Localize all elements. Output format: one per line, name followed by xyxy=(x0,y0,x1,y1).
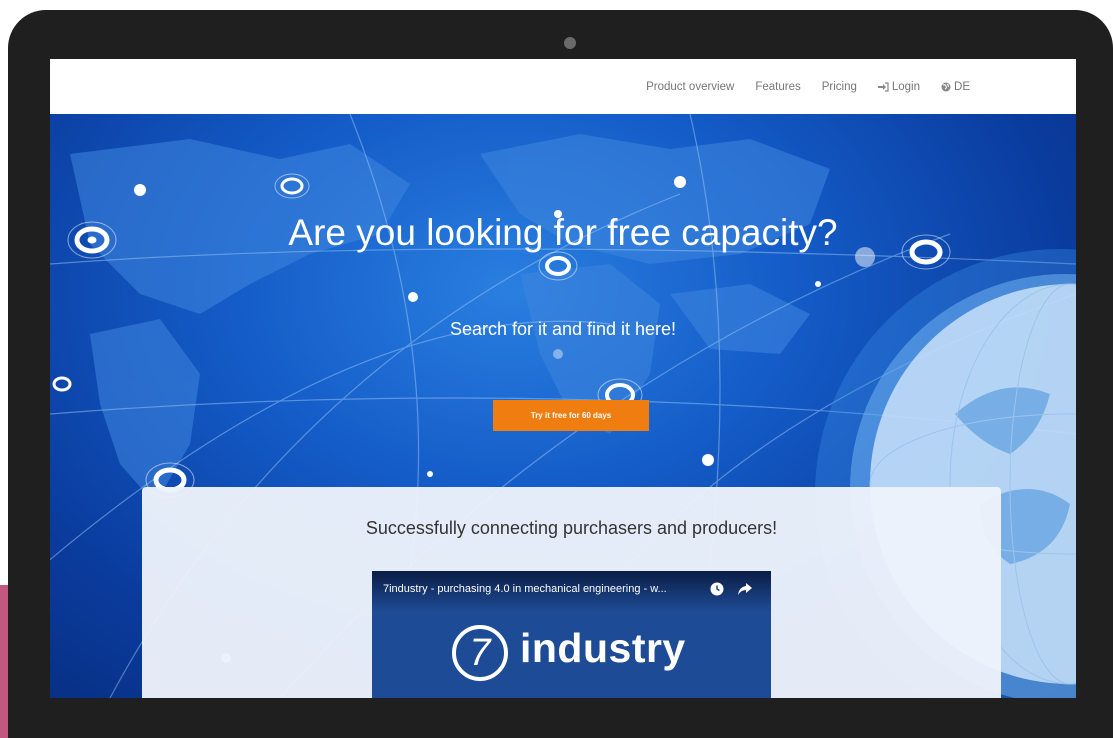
target-marker xyxy=(52,376,72,392)
nav-language[interactable]: DE xyxy=(941,81,970,93)
globe-icon xyxy=(941,82,951,91)
panel-title: Successfully connecting purchasers and p… xyxy=(365,518,778,538)
nav-product-overview[interactable]: Product overview xyxy=(646,81,734,93)
language-label: DE xyxy=(954,80,970,93)
nav-login[interactable]: Login xyxy=(877,80,921,93)
video-player[interactable]: 7industry - purchasing 4.0 in mechanical… xyxy=(372,571,771,698)
hero-section: Are you looking for free capacity? Searc… xyxy=(50,114,1076,698)
nav-pricing[interactable]: Pricing xyxy=(822,81,857,93)
info-panel: Successfully connecting purchasers and p… xyxy=(142,487,1001,698)
share-icon[interactable] xyxy=(738,583,752,595)
7industry-logo: 7 industry xyxy=(450,623,710,683)
nav-features[interactable]: Features xyxy=(755,81,800,93)
top-navbar: Product overview Features Pricing Login … xyxy=(50,59,1076,114)
svg-text:7: 7 xyxy=(469,632,492,674)
free-trial-button[interactable]: Try it free for 60 days xyxy=(493,400,649,431)
webcam-dot xyxy=(564,37,576,49)
screen: Product overview Features Pricing Login … xyxy=(50,59,1076,698)
nav-links: Product overview Features Pricing Login … xyxy=(646,59,970,114)
hero-subtitle: Search for it and find it here! xyxy=(449,319,677,339)
login-icon xyxy=(877,81,889,92)
target-marker xyxy=(538,251,578,281)
clock-icon[interactable] xyxy=(710,582,724,596)
logo-word: industry xyxy=(520,625,686,671)
hero-title: Are you looking for free capacity? xyxy=(288,212,838,253)
logo-seven-circle: 7 xyxy=(452,625,508,681)
video-title[interactable]: 7industry - purchasing 4.0 in mechanical… xyxy=(383,583,667,595)
login-label: Login xyxy=(891,80,921,93)
